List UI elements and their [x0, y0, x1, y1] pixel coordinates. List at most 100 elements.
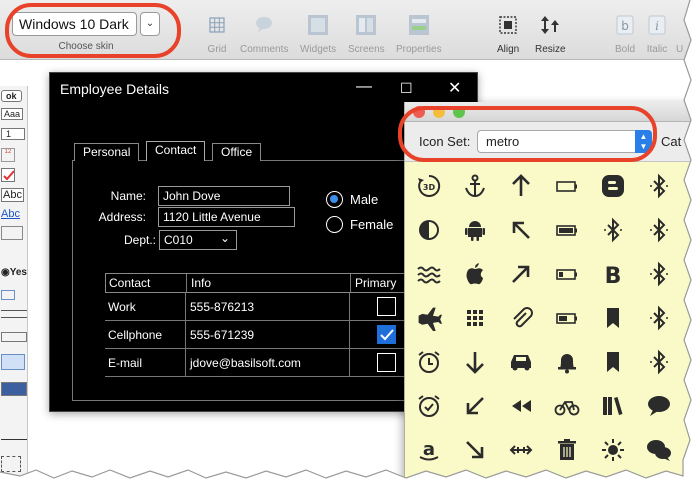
toolbar-screens-button[interactable]: Screens — [348, 14, 385, 55]
dept-value: C010 — [164, 233, 193, 247]
bluetooth-icon[interactable] — [599, 216, 627, 244]
battery-low-icon[interactable] — [553, 260, 581, 288]
tab-personal[interactable]: Personal — [74, 143, 140, 161]
male-radio[interactable] — [326, 191, 343, 208]
table-row[interactable]: E-mail jdove@basilsoft.com — [105, 349, 455, 377]
rewind-icon[interactable] — [507, 392, 535, 420]
palette-progress-widget[interactable] — [1, 290, 15, 300]
tab-contact[interactable]: Contact — [146, 141, 206, 161]
books-icon[interactable] — [599, 392, 627, 420]
svg-text:B: B — [605, 264, 622, 288]
toolbar-underline-label: U — [676, 44, 684, 55]
palette-menu-widget[interactable] — [1, 382, 27, 396]
grid-header-row: Contact Info Primary — [105, 273, 455, 293]
car-icon[interactable] — [507, 348, 535, 376]
toolbar-comments-button[interactable]: Comments — [240, 14, 288, 55]
bluetooth-icon[interactable] — [645, 304, 673, 332]
bluetooth-icon[interactable] — [645, 216, 673, 244]
toolbar-properties-button[interactable]: Properties — [396, 14, 442, 55]
apple-icon[interactable] — [461, 260, 489, 288]
bell-icon[interactable] — [553, 348, 581, 376]
bold-b-icon[interactable]: B — [599, 260, 627, 289]
airplane-icon[interactable] — [415, 304, 443, 332]
arrow-down-icon[interactable] — [461, 348, 489, 376]
toolbar-grid-button[interactable]: Grid — [206, 14, 228, 55]
toolbar-align-button[interactable]: Align — [497, 14, 519, 55]
primary-checkbox[interactable] — [377, 297, 396, 316]
bookmark-icon[interactable] — [599, 348, 627, 376]
grid-column-separator — [350, 274, 351, 292]
arrow-down-right-icon[interactable] — [461, 436, 489, 464]
toolbar-italic-button[interactable]: i Italic — [646, 14, 668, 55]
tab-office[interactable]: Office — [212, 143, 262, 161]
table-row[interactable]: Cellphone 555-671239 — [105, 321, 455, 349]
amazon-icon[interactable]: a — [415, 436, 443, 464]
palette-textarea-widget[interactable] — [1, 226, 23, 240]
toolbar-grid-label: Grid — [207, 44, 227, 55]
battery-medium-icon[interactable] — [553, 304, 581, 332]
grid-header-contact[interactable]: Contact — [106, 274, 186, 292]
palette-textfield-widget[interactable]: Aaa — [1, 108, 24, 120]
palette-line-widget[interactable] — [1, 430, 27, 440]
grid-cell-contact: E-mail — [108, 356, 143, 370]
palette-image-widget[interactable] — [1, 456, 21, 472]
blogger-icon[interactable] — [599, 172, 627, 200]
minimize-icon[interactable]: — — [356, 78, 372, 96]
attachment-icon[interactable] — [507, 304, 535, 332]
toolbar-comments-label: Comments — [240, 44, 289, 55]
chat-bubbles-icon[interactable] — [645, 436, 673, 464]
bluetooth-icon[interactable] — [645, 172, 673, 200]
primary-checkbox[interactable] — [377, 325, 396, 344]
address-field[interactable]: 1120 Little Avenue — [158, 207, 295, 227]
palette-separator-widget[interactable] — [1, 310, 27, 318]
palette-toggle-widget[interactable]: ◉Yes — [1, 267, 27, 278]
grid-column-separator — [185, 293, 186, 320]
toolbar-underline-button[interactable]: U — [676, 14, 683, 55]
palette-window-widget[interactable] — [1, 354, 25, 370]
close-icon[interactable]: ✕ — [448, 78, 461, 98]
brightness-icon[interactable] — [599, 436, 627, 464]
skin-highlight-annotation — [5, 3, 181, 58]
widget-palette: ok Aaa 1 12 Abc Abc ◉Yes — [0, 86, 28, 486]
alarm-check-icon[interactable] — [415, 392, 443, 420]
palette-button-widget[interactable]: ok — [1, 90, 22, 102]
name-field[interactable]: John Dove — [158, 186, 290, 206]
anchor-icon[interactable] — [461, 172, 489, 200]
grid-header-info[interactable]: Info — [188, 274, 348, 292]
battery-full-icon[interactable] — [553, 216, 581, 244]
bicycle-icon[interactable] — [553, 392, 581, 420]
svg-text:3D: 3D — [423, 183, 436, 192]
chat-bubble-icon[interactable] — [645, 392, 673, 420]
primary-checkbox[interactable] — [377, 353, 396, 372]
maximize-icon[interactable]: ☐ — [400, 80, 413, 97]
alarm-clock-icon[interactable] — [415, 348, 443, 376]
palette-link-widget[interactable]: Abc — [1, 208, 20, 220]
rotate-3d-icon[interactable]: 3D — [415, 172, 443, 200]
arrow-up-right-icon[interactable] — [507, 260, 535, 288]
trash-icon[interactable] — [553, 436, 581, 464]
female-radio[interactable] — [326, 216, 343, 233]
palette-label-widget[interactable]: Abc — [1, 188, 24, 202]
category-label: Cat — [661, 134, 682, 149]
toolbar-resize-button[interactable]: Resize — [535, 14, 566, 55]
apps-icon[interactable] — [461, 304, 489, 332]
bookmark-icon[interactable] — [599, 304, 627, 332]
palette-calendar-widget[interactable]: 12 — [1, 148, 15, 162]
toolbar-bold-button[interactable]: b Bold — [614, 14, 636, 55]
arrow-down-left-icon[interactable] — [461, 392, 489, 420]
battery-empty-icon[interactable] — [553, 172, 581, 200]
arrow-up-icon[interactable] — [507, 172, 535, 200]
table-row[interactable]: Work 555-876213 — [105, 293, 455, 321]
palette-list-widget[interactable] — [1, 332, 27, 342]
contrast-icon[interactable] — [415, 216, 443, 244]
dept-select[interactable]: C010 ⌄ — [159, 230, 237, 250]
toolbar-widgets-button[interactable]: Widgets — [300, 14, 336, 55]
bluetooth-icon[interactable] — [645, 348, 673, 376]
android-icon[interactable] — [461, 216, 489, 244]
bluetooth-icon[interactable] — [645, 260, 673, 288]
palette-stepper-widget[interactable]: 1 — [1, 128, 25, 140]
waves-icon[interactable] — [415, 260, 443, 288]
arrow-up-left-icon[interactable] — [507, 216, 535, 244]
arrows-horizontal-icon[interactable] — [507, 436, 535, 464]
palette-checkbox-widget[interactable] — [1, 168, 15, 182]
